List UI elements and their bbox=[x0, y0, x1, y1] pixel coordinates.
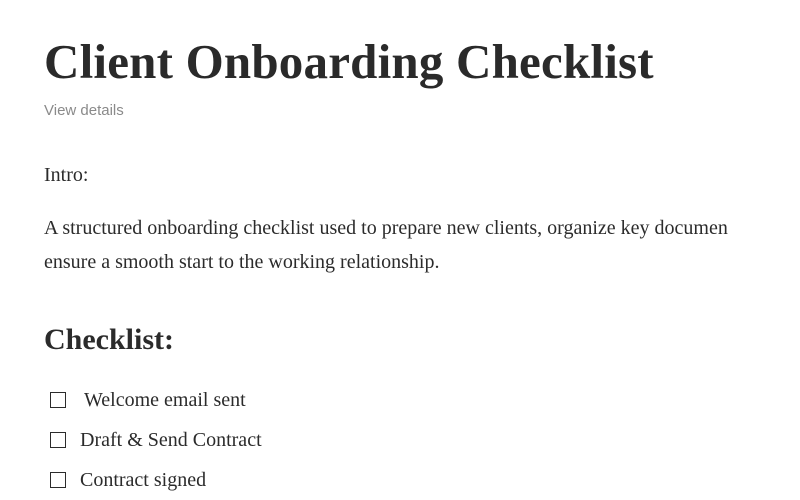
checkbox[interactable] bbox=[50, 472, 66, 488]
checklist-item-label: Welcome email sent bbox=[84, 389, 246, 411]
page-title: Client Onboarding Checklist bbox=[44, 34, 654, 89]
intro-line: ensure a smooth start to the working rel… bbox=[44, 251, 440, 273]
checklist-heading: Checklist: bbox=[44, 323, 174, 356]
checkbox[interactable] bbox=[50, 392, 66, 408]
checklist-item-label: Contract signed bbox=[80, 469, 207, 491]
intro-paragraph: A structured onboarding checklist used t… bbox=[44, 211, 800, 279]
view-details-link[interactable]: View details bbox=[44, 101, 124, 121]
intro-line: A structured onboarding checklist used t… bbox=[44, 217, 728, 239]
checklist-item-label: Draft & Send Contract bbox=[80, 429, 262, 451]
checklist: Welcome email sent Draft & Send Contract… bbox=[44, 380, 262, 500]
checklist-item-draft-contract[interactable]: Draft & Send Contract bbox=[44, 420, 262, 460]
checklist-item-welcome-email[interactable]: Welcome email sent bbox=[44, 380, 262, 420]
checkbox[interactable] bbox=[50, 432, 66, 448]
document-page: Client Onboarding Checklist View details… bbox=[44, 0, 800, 500]
intro-label: Intro: bbox=[44, 164, 89, 186]
checklist-item-contract-signed[interactable]: Contract signed bbox=[44, 460, 262, 500]
